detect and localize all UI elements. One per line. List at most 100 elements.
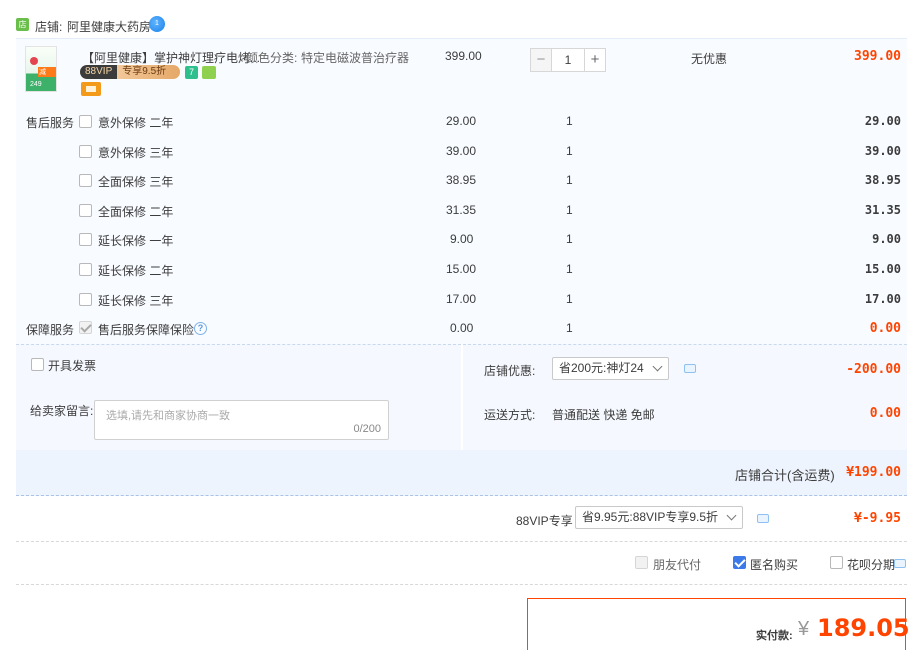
payment-label: 实付款: bbox=[756, 630, 793, 642]
service-qty: 1 bbox=[566, 262, 573, 276]
chat-icon[interactable] bbox=[757, 514, 769, 523]
quantity-increase-button[interactable]: + bbox=[584, 48, 606, 72]
huabei-checkbox[interactable] bbox=[830, 556, 843, 569]
service-qty: 1 bbox=[566, 173, 573, 187]
payment-amount: 189.05 bbox=[817, 614, 910, 642]
service-checkbox[interactable] bbox=[79, 233, 92, 246]
service-price: 39.00 bbox=[446, 144, 477, 158]
seller-message-textarea[interactable]: 选填,请先和商家协商一致 0/200 bbox=[94, 400, 389, 440]
message-char-count: 0/200 bbox=[353, 423, 381, 435]
chevron-down-icon bbox=[726, 510, 737, 521]
service-total: 31.35 bbox=[864, 203, 901, 217]
guarantee-checkbox bbox=[79, 321, 92, 334]
service-checkbox[interactable] bbox=[79, 174, 92, 187]
vip-discount-amount: ¥-9.95 bbox=[854, 511, 901, 526]
credit-card-icon bbox=[81, 82, 101, 96]
sku-value: 特定电磁波普治疗器 bbox=[301, 51, 410, 65]
anonymous-label: 匿名购买 bbox=[750, 558, 799, 572]
service-qty: 1 bbox=[566, 232, 573, 246]
quantity-input[interactable]: 1 bbox=[552, 48, 584, 72]
quantity-stepper: − 1 + bbox=[530, 48, 606, 72]
service-qty: 1 bbox=[566, 292, 573, 306]
chat-icon[interactable] bbox=[894, 559, 906, 568]
guarantee-label: 保障服务 bbox=[26, 323, 75, 337]
vip-badge-left: 88VIP bbox=[80, 65, 118, 79]
unit-price: 399.00 bbox=[445, 49, 482, 63]
chevron-down-icon bbox=[652, 361, 663, 372]
item-discount-text: 无优惠 bbox=[691, 52, 728, 66]
service-checkbox[interactable] bbox=[79, 145, 92, 158]
service-total: 15.00 bbox=[864, 262, 901, 276]
service-price: 31.35 bbox=[446, 203, 477, 217]
vip-discount-selected: 省9.95元:88VIP专享9.5折 bbox=[582, 510, 719, 524]
service-checkbox[interactable] bbox=[79, 115, 92, 128]
service-name: 全面保修 三年 bbox=[98, 175, 174, 189]
divider bbox=[16, 584, 907, 585]
discount-shipping-panel bbox=[463, 344, 907, 450]
shop-discount-amount: -200.00 bbox=[846, 362, 901, 377]
thumbnail-tag-text: 减 bbox=[39, 69, 46, 76]
guarantee-total: 0.00 bbox=[869, 321, 901, 336]
service-name: 延长保修 二年 bbox=[98, 264, 174, 278]
shop-total-amount: ¥199.00 bbox=[846, 465, 901, 480]
service-price: 29.00 bbox=[446, 114, 477, 128]
guarantee-qty: 1 bbox=[566, 321, 573, 335]
shop-discount-selected: 省200元:神灯24 bbox=[559, 361, 644, 375]
message-placeholder: 选填,请先和商家协商一致 bbox=[106, 410, 231, 422]
shop-label: 店铺: bbox=[35, 20, 63, 34]
shop-name-link[interactable]: 阿里健康大药房 bbox=[67, 18, 151, 35]
shop-discount-select[interactable]: 省200元:神灯24 bbox=[552, 357, 669, 380]
service-checkbox[interactable] bbox=[79, 204, 92, 217]
service-name: 全面保修 二年 bbox=[98, 205, 174, 219]
thumbnail-price-text: 249 bbox=[30, 81, 42, 88]
service-qty: 1 bbox=[566, 114, 573, 128]
service-price: 9.00 bbox=[450, 232, 474, 246]
shop-discount-label: 店铺优惠: bbox=[484, 364, 536, 378]
service-price: 17.00 bbox=[446, 292, 477, 306]
service-name: 意外保修 二年 bbox=[98, 116, 174, 130]
guarantee-shield-icon bbox=[202, 66, 216, 79]
guarantee-price: 0.00 bbox=[450, 321, 474, 335]
service-price: 38.95 bbox=[446, 173, 477, 187]
shop-icon: 店 bbox=[16, 18, 29, 31]
service-total: 9.00 bbox=[872, 232, 901, 246]
vip-badge-right: 专享9.5折 bbox=[117, 65, 180, 79]
quantity-decrease-button[interactable]: − bbox=[530, 48, 552, 72]
shipping-label: 运送方式: bbox=[484, 408, 536, 422]
wangwang-chat-icon[interactable]: 1 bbox=[149, 16, 165, 32]
product-thumbnail[interactable]: 减 249 bbox=[25, 46, 57, 92]
service-total: 38.95 bbox=[864, 173, 901, 187]
vip-discount-badge: 88VIP 专享9.5折 bbox=[80, 65, 180, 79]
service-qty: 1 bbox=[566, 203, 573, 217]
service-total: 29.00 bbox=[864, 114, 901, 128]
product-title-link[interactable]: 【阿里健康】掌护神灯理疗电烤... bbox=[82, 49, 260, 66]
divider bbox=[16, 541, 907, 542]
anonymous-checkbox[interactable] bbox=[733, 556, 746, 569]
message-label: 给卖家留言: bbox=[30, 404, 94, 418]
invoice-label: 开具发票 bbox=[48, 359, 97, 373]
friend-pay-label: 朋友代付 bbox=[653, 558, 702, 572]
after-sales-label: 售后服务 bbox=[26, 116, 75, 130]
invoice-checkbox[interactable] bbox=[31, 358, 44, 371]
service-checkbox[interactable] bbox=[79, 263, 92, 276]
service-checkbox[interactable] bbox=[79, 293, 92, 306]
service-qty: 1 bbox=[566, 144, 573, 158]
service-name: 延长保修 一年 bbox=[98, 234, 174, 248]
vip-label: 88VIP专享 bbox=[516, 514, 573, 528]
service-name: 延长保修 三年 bbox=[98, 294, 174, 308]
service-total: 39.00 bbox=[864, 144, 901, 158]
service-name: 意外保修 三年 bbox=[98, 146, 174, 160]
service-total: 17.00 bbox=[864, 292, 901, 306]
item-total-price: 399.00 bbox=[854, 49, 901, 64]
friend-pay-checkbox bbox=[635, 556, 648, 569]
seven-day-return-icon: 7 bbox=[185, 66, 198, 79]
thumbnail-dot bbox=[30, 57, 38, 65]
guarantee-name: 售后服务保障保险 bbox=[98, 323, 195, 337]
shipping-value: 普通配送 快递 免邮 bbox=[552, 408, 655, 422]
help-icon[interactable]: ? bbox=[194, 322, 207, 335]
shipping-amount: 0.00 bbox=[869, 406, 901, 421]
chat-icon[interactable] bbox=[684, 364, 696, 373]
payment-currency: ¥ bbox=[798, 618, 810, 640]
huabei-label: 花呗分期 bbox=[847, 558, 896, 572]
vip-discount-select[interactable]: 省9.95元:88VIP专享9.5折 bbox=[575, 506, 743, 529]
